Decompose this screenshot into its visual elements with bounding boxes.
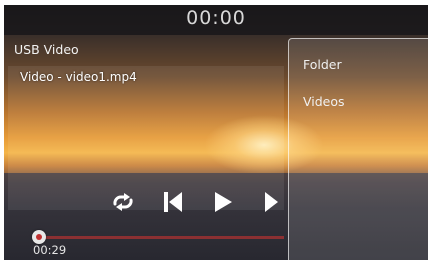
previous-track-button[interactable] bbox=[158, 190, 188, 214]
next-track-icon bbox=[265, 192, 278, 212]
top-status-bar: 00:00 bbox=[4, 5, 428, 35]
menu-item-videos[interactable]: Videos bbox=[303, 94, 345, 109]
player-panel: USB Video Video - video1.mp4 00:29 bbox=[8, 40, 284, 260]
elapsed-time: 00:29 bbox=[33, 243, 67, 257]
play-icon bbox=[215, 192, 232, 212]
clock: 00:00 bbox=[186, 7, 246, 29]
browse-menu: Folder Videos bbox=[288, 38, 428, 260]
media-player-screen: 00:00 USB Video Video - video1.mp4 00:29… bbox=[4, 5, 428, 260]
repeat-button[interactable] bbox=[108, 190, 138, 214]
progress-bar[interactable] bbox=[38, 236, 284, 239]
play-button[interactable] bbox=[208, 190, 238, 214]
source-title: USB Video bbox=[14, 42, 79, 57]
repeat-icon bbox=[113, 193, 133, 211]
progress-handle[interactable] bbox=[32, 230, 46, 244]
next-track-button[interactable] bbox=[258, 190, 288, 214]
playback-controls bbox=[108, 190, 308, 214]
menu-item-folder[interactable]: Folder bbox=[303, 57, 342, 72]
now-playing-title: Video - video1.mp4 bbox=[20, 70, 137, 84]
previous-track-icon bbox=[164, 192, 182, 212]
video-area[interactable]: Video - video1.mp4 bbox=[8, 66, 284, 210]
